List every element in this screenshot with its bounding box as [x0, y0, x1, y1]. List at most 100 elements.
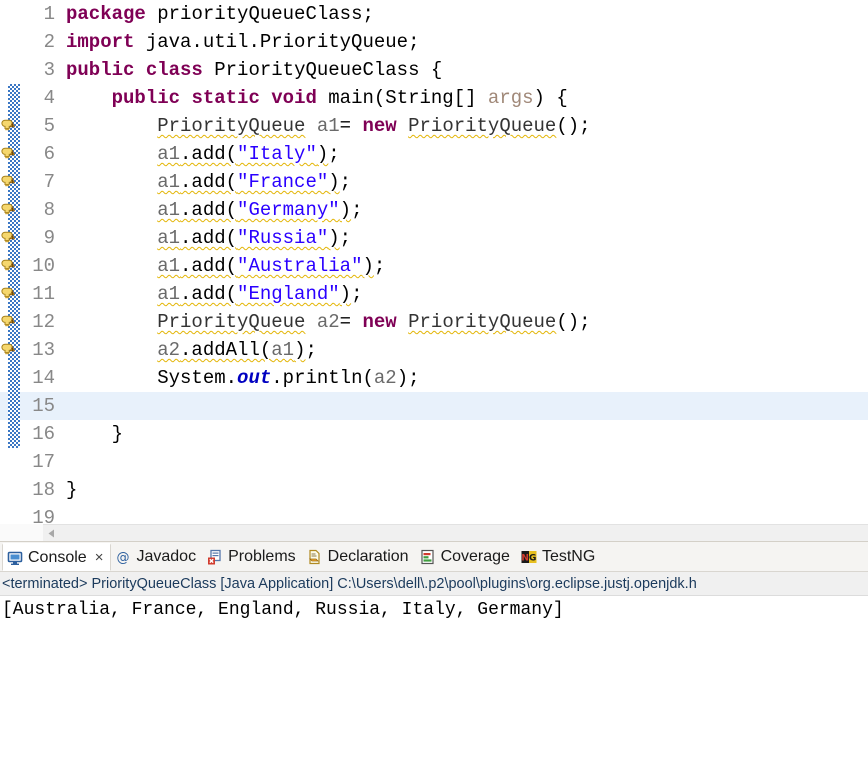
code-line[interactable]: 4 public static void main(String[] args)… [0, 84, 868, 112]
change-indicator-band [8, 84, 20, 112]
change-indicator-band [8, 56, 20, 84]
console-output-text[interactable]: [Australia, France, England, Russia, Ita… [0, 596, 868, 781]
javadoc-at-icon: @ [115, 549, 131, 566]
change-indicator-band [8, 420, 20, 448]
code-text[interactable]: PriorityQueue a2= new PriorityQueue(); [62, 308, 868, 336]
console-status-line: <terminated> PriorityQueueClass [Java Ap… [0, 572, 868, 596]
code-line[interactable]: 3 public class PriorityQueueClass { [0, 56, 868, 84]
gutter-annotation-15 [0, 392, 20, 420]
gutter-annotation-13[interactable] [0, 336, 20, 364]
code-text[interactable]: package priorityQueueClass; [62, 0, 868, 28]
line-number: 10 [32, 255, 55, 277]
tab-declaration[interactable]: Declaration [303, 543, 416, 571]
line-number: 13 [32, 339, 55, 361]
code-text[interactable]: } [62, 420, 868, 448]
code-text[interactable]: a1.add("England"); [62, 280, 868, 308]
code-line[interactable]: 7 a1.add("France"); [0, 168, 868, 196]
line-number: 7 [43, 171, 55, 193]
warning-lightbulb-icon[interactable] [1, 342, 16, 358]
gutter-annotation-10[interactable] [0, 252, 20, 280]
line-number: 9 [43, 227, 55, 249]
code-line[interactable]: 12 PriorityQueue a2= new PriorityQueue()… [0, 308, 868, 336]
code-line[interactable]: 8 a1.add("Germany"); [0, 196, 868, 224]
gutter-annotation-1 [0, 0, 20, 28]
code-line[interactable]: 14 System.out.println(a2); [0, 364, 868, 392]
line-number: 18 [32, 479, 55, 501]
code-line[interactable]: 5 PriorityQueue a1= new PriorityQueue(); [0, 112, 868, 140]
change-indicator-band [8, 0, 20, 28]
gutter-annotation-11[interactable] [0, 280, 20, 308]
warning-lightbulb-icon[interactable] [1, 258, 16, 274]
gutter-annotation-6[interactable] [0, 140, 20, 168]
editor-horizontal-scrollbar[interactable] [43, 524, 868, 542]
code-text[interactable]: a1.add("Italy"); [62, 140, 868, 168]
declaration-doc-icon [307, 549, 323, 565]
line-number: 11 [32, 283, 55, 305]
warning-lightbulb-icon[interactable] [1, 146, 16, 162]
code-text[interactable]: System.out.println(a2); [62, 364, 868, 392]
gutter-annotation-8[interactable] [0, 196, 20, 224]
code-text[interactable]: public static void main(String[] args) { [62, 84, 868, 112]
code-line[interactable]: 15 [0, 392, 868, 420]
code-text[interactable]: PriorityQueue a1= new PriorityQueue(); [62, 112, 868, 140]
tab-label: Declaration [327, 548, 409, 565]
tab-label: TestNG [541, 548, 596, 565]
warning-lightbulb-icon[interactable] [1, 314, 16, 330]
gutter-annotation-9[interactable] [0, 224, 20, 252]
code-text[interactable]: public class PriorityQueueClass { [62, 56, 868, 84]
gutter-annotation-18 [0, 476, 20, 504]
code-text[interactable]: import java.util.PriorityQueue; [62, 28, 868, 56]
tab-testng[interactable]: N G TestNG [517, 543, 602, 571]
code-text[interactable]: a1.add("France"); [62, 168, 868, 196]
svg-text:G: G [529, 554, 536, 564]
code-line[interactable]: 6 a1.add("Italy"); [0, 140, 868, 168]
gutter-annotation-17 [0, 448, 20, 476]
code-text[interactable]: a1.add("Russia"); [62, 224, 868, 252]
code-line[interactable]: 1 package priorityQueueClass; [0, 0, 868, 28]
gutter-annotation-16 [0, 420, 20, 448]
gutter-annotation-12[interactable] [0, 308, 20, 336]
code-text[interactable]: a2.addAll(a1); [62, 336, 868, 364]
code-line[interactable]: 17 [0, 448, 868, 476]
line-number: 17 [32, 451, 55, 473]
warning-lightbulb-icon[interactable] [1, 202, 16, 218]
warning-lightbulb-icon[interactable] [1, 174, 16, 190]
scrollbar-track[interactable] [60, 524, 868, 542]
tab-label: Problems [228, 548, 296, 565]
code-line[interactable]: 10 a1.add("Australia"); [0, 252, 868, 280]
code-line[interactable]: 16 } [0, 420, 868, 448]
tab-javadoc[interactable]: @ Javadoc [111, 543, 203, 571]
warning-lightbulb-icon[interactable] [1, 286, 16, 302]
code-line[interactable]: 11 a1.add("England"); [0, 280, 868, 308]
coverage-bar-icon [420, 549, 436, 565]
code-line[interactable]: 2 import java.util.PriorityQueue; [0, 28, 868, 56]
code-text[interactable]: } [62, 476, 868, 504]
tab-problems[interactable]: Problems [203, 543, 303, 571]
line-number: 1 [43, 3, 55, 25]
change-indicator-band [8, 28, 20, 56]
warning-lightbulb-icon[interactable] [1, 230, 16, 246]
line-number: 8 [43, 199, 55, 221]
line-number: 19 [32, 507, 55, 529]
gutter-annotation-3 [0, 56, 20, 84]
gutter-annotation-2 [0, 28, 20, 56]
warning-lightbulb-icon[interactable] [1, 118, 16, 134]
code-line[interactable]: 13 a2.addAll(a1); [0, 336, 868, 364]
line-number: 4 [43, 87, 55, 109]
tab-coverage[interactable]: Coverage [416, 543, 517, 571]
tab-console[interactable]: Console × [2, 543, 112, 571]
change-indicator-band [8, 476, 20, 504]
code-editor[interactable]: 1 package priorityQueueClass; 2 import java… [0, 0, 868, 540]
gutter-annotation-5[interactable] [0, 112, 20, 140]
svg-text:@: @ [117, 551, 130, 566]
console-monitor-icon [7, 550, 23, 566]
gutter-annotation-7[interactable] [0, 168, 20, 196]
code-line[interactable]: 9 a1.add("Russia"); [0, 224, 868, 252]
change-indicator-band [8, 364, 20, 392]
code-line[interactable]: 18} [0, 476, 868, 504]
code-text[interactable]: a1.add("Australia"); [62, 252, 868, 280]
close-icon[interactable]: × [95, 550, 104, 565]
view-tab-bar[interactable]: Console × @ Javadoc Problems Declaration Cover… [0, 542, 868, 572]
line-number: 14 [32, 367, 55, 389]
code-text[interactable]: a1.add("Germany"); [62, 196, 868, 224]
